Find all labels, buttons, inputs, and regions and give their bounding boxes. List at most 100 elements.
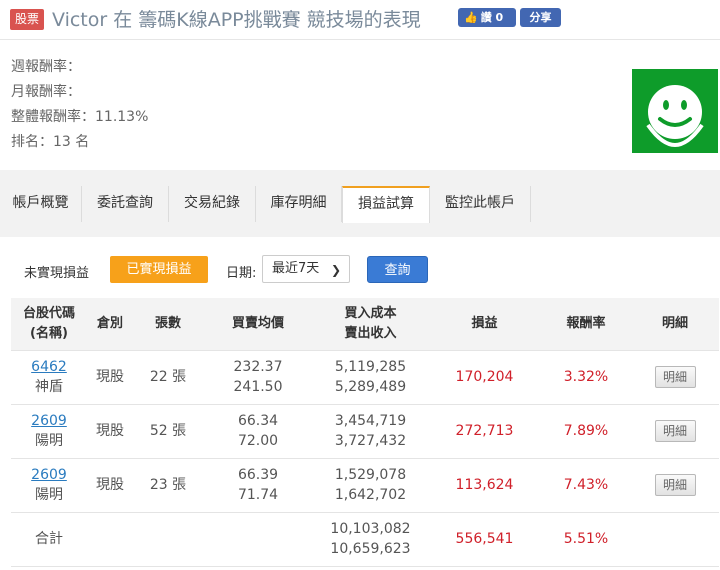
- buy-price: 66.39: [237, 467, 279, 483]
- sell-revenue: 1,642,702: [334, 487, 407, 503]
- col-code: 台股代碼 (名稱): [11, 298, 87, 351]
- col-avg-price: 買賣均價: [203, 298, 313, 351]
- total-cost: 10,103,082: [330, 521, 411, 537]
- stock-code-link[interactable]: 6462: [31, 359, 67, 375]
- col-lots: 張數: [133, 298, 203, 351]
- price-cell: 232.37 241.50: [203, 350, 313, 405]
- detail-button[interactable]: 明細: [654, 474, 696, 496]
- detail-cell: 明細: [631, 350, 719, 405]
- tab-bar: 帳戶概覽 委託查詢 交易紀錄 庫存明細 損益試算 監控此帳戶: [0, 170, 720, 237]
- lots-cell: 22 張: [133, 350, 203, 405]
- return-cell: 7.89%: [541, 404, 631, 459]
- sell-revenue: 5,289,489: [334, 379, 407, 395]
- price-cell: 66.39 71.74: [203, 458, 313, 513]
- table-row: 2609 陽明 現股 52 張 66.34 72.00 3,454,719 3,727…: [11, 404, 719, 459]
- stock-name: 陽明: [35, 433, 63, 449]
- detail-cell: 明細: [631, 404, 719, 459]
- price-cell: 66.34 72.00: [203, 404, 313, 459]
- buy-price: 66.34: [237, 413, 279, 429]
- sell-price: 71.74: [237, 487, 279, 503]
- monthly-return: 月報酬率：: [11, 84, 81, 100]
- performance-summary: 週報酬率： 月報酬率： 整體報酬率：11.13% 排名：13 名: [0, 40, 720, 170]
- pnl-table: 台股代碼 (名稱) 倉別 張數 買賣均價 買入成本賣出收入 損益 報酬率 明細 6…: [11, 298, 719, 567]
- buy-cost: 3,454,719: [334, 413, 407, 429]
- total-revenue: 10,659,623: [330, 541, 411, 557]
- col-detail: 明細: [631, 298, 719, 351]
- smiley-face-icon: [632, 69, 718, 153]
- col-code-line2: (名稱): [30, 325, 68, 341]
- pnl-cell: 170,204: [428, 350, 541, 405]
- realized-pnl-toggle[interactable]: 已實現損益: [110, 256, 208, 283]
- stock-code-link[interactable]: 2609: [31, 467, 67, 483]
- stock-code-link[interactable]: 2609: [31, 413, 67, 429]
- position-cell: 現股: [87, 350, 133, 405]
- empty-cell: [203, 512, 313, 567]
- col-position: 倉別: [87, 298, 133, 351]
- detail-button[interactable]: 明細: [654, 366, 696, 388]
- sell-price: 72.00: [237, 433, 279, 449]
- position-cell: 現股: [87, 458, 133, 513]
- date-range-select[interactable]: 最近7天 ❯: [262, 255, 350, 283]
- rank: 排名：13 名: [11, 134, 90, 150]
- weekly-return: 週報酬率：: [11, 59, 81, 75]
- return-cell: 3.32%: [541, 350, 631, 405]
- col-return: 報酬率: [541, 298, 631, 351]
- detail-cell: 明細: [631, 458, 719, 513]
- table-header-row: 台股代碼 (名稱) 倉別 張數 買賣均價 買入成本賣出收入 損益 報酬率 明細: [11, 298, 719, 351]
- total-amount-cell: 10,103,082 10,659,623: [313, 512, 428, 567]
- stock-cell: 2609 陽明: [11, 404, 87, 459]
- query-button[interactable]: 查詢: [367, 256, 428, 283]
- facebook-like-button[interactable]: 👍 讚 0: [458, 8, 516, 27]
- sell-price: 241.50: [233, 379, 283, 395]
- amount-cell: 3,454,719 3,727,432: [313, 404, 428, 459]
- stock-name: 陽明: [35, 487, 63, 503]
- tab-trade-history[interactable]: 交易紀錄: [169, 186, 256, 222]
- page-title: Victor 在 籌碼K線APP挑戰賽 競技場的表現: [52, 9, 421, 31]
- page-header: 股票 Victor 在 籌碼K線APP挑戰賽 競技場的表現 👍 讚 0 分享: [0, 0, 720, 40]
- table-row: 2609 陽明 現股 23 張 66.39 71.74 1,529,078 1,642…: [11, 458, 719, 513]
- stock-name: 神盾: [35, 379, 63, 395]
- filter-bar: 未實現損益 已實現損益 日期: 最近7天 ❯ 查詢: [0, 237, 720, 297]
- position-cell: 現股: [87, 404, 133, 459]
- buy-cost: 5,119,285: [334, 359, 407, 375]
- stock-tag: 股票: [10, 9, 44, 30]
- like-label: 讚 0: [480, 11, 504, 24]
- return-cell: 7.43%: [541, 458, 631, 513]
- tab-inventory[interactable]: 庫存明細: [256, 186, 342, 222]
- col-cost-revenue: 買入成本 賣出收入: [313, 298, 428, 351]
- date-label: 日期:: [226, 266, 257, 281]
- col-pnl: 損益: [428, 298, 541, 351]
- pnl-cell: 113,624: [428, 458, 541, 513]
- tab-monitor-account[interactable]: 監控此帳戶: [430, 186, 531, 222]
- amount-cell: 1,529,078 1,642,702: [313, 458, 428, 513]
- facebook-share-button[interactable]: 分享: [520, 8, 561, 27]
- total-label: 合計: [11, 512, 87, 567]
- date-range-value: 最近7天: [272, 261, 320, 276]
- lots-cell: 52 張: [133, 404, 203, 459]
- avatar: [632, 69, 718, 153]
- tab-order-query[interactable]: 委託查詢: [82, 186, 169, 222]
- table-row: 6462 神盾 現股 22 張 232.37 241.50 5,119,285 5,2…: [11, 350, 719, 405]
- sell-revenue: 3,727,432: [334, 433, 407, 449]
- overall-return: 整體報酬率：11.13%: [11, 109, 149, 125]
- detail-button[interactable]: 明細: [654, 420, 696, 442]
- total-row: 合計 10,103,082 10,659,623 556,541 5.51%: [11, 512, 719, 567]
- tab-pnl-calc[interactable]: 損益試算: [342, 186, 430, 223]
- empty-cell: [133, 512, 203, 567]
- empty-cell: [631, 512, 719, 567]
- chevron-down-icon: ❯: [330, 263, 341, 277]
- col-cost-line1: 買入成本: [344, 305, 397, 321]
- buy-cost: 1,529,078: [334, 467, 407, 483]
- empty-cell: [87, 512, 133, 567]
- total-return: 5.51%: [541, 512, 631, 567]
- pnl-cell: 272,713: [428, 404, 541, 459]
- col-cost-line2: 賣出收入: [344, 325, 397, 341]
- stock-cell: 6462 神盾: [11, 350, 87, 405]
- tab-account-overview[interactable]: 帳戶概覽: [0, 186, 82, 222]
- unrealized-pnl-toggle[interactable]: 未實現損益: [24, 262, 89, 281]
- buy-price: 232.37: [233, 359, 283, 375]
- amount-cell: 5,119,285 5,289,489: [313, 350, 428, 405]
- thumbs-up-icon: 👍: [464, 11, 478, 24]
- lots-cell: 23 張: [133, 458, 203, 513]
- col-code-line1: 台股代碼: [22, 305, 75, 321]
